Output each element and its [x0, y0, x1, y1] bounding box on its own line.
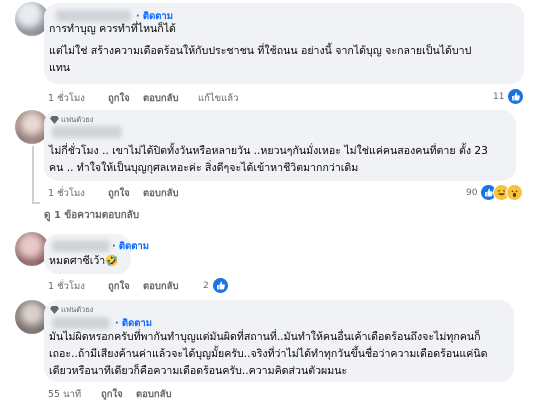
- comment-text-line: เดียวหรือนาทีเดียวก็คือความเดือดร้อนครับ…: [49, 365, 348, 377]
- like-icon: [507, 88, 525, 105]
- top-fan-badge[interactable]: แฟนตัวยง: [61, 304, 93, 316]
- reply-button[interactable]: ตอบกลับ: [136, 387, 172, 402]
- comment-text-line: แต่ไม่ใช่ สร้างความเดือดร้อนให้กับประชาช…: [49, 45, 472, 57]
- comment-4: แฟนตัวยง · ติดตาม มันไม่ผิดหรอกครับที่พา…: [0, 296, 543, 406]
- reply-button[interactable]: ตอบกลับ: [143, 186, 179, 201]
- edited-label: แก้ไขแล้ว: [198, 93, 239, 104]
- thread-line: [32, 146, 34, 204]
- view-replies-link[interactable]: ดู 1 ข้อความตอบกลับ: [44, 208, 139, 223]
- comment-text-line: หมดศาซีเว้า🤣: [49, 255, 119, 267]
- reply-button[interactable]: ตอบกลับ: [143, 279, 179, 294]
- like-button[interactable]: ถูกใจ: [108, 279, 130, 294]
- comment-2: แฟนตัวยง ไม่กี่ชั่วโมง .. เขาไม่ได้ปิดทั…: [0, 106, 543, 226]
- wow-icon: [506, 184, 524, 201]
- comment-time[interactable]: 1 ชั่วโมง: [48, 279, 85, 294]
- comment-time[interactable]: 1 ชั่วโมง: [48, 91, 85, 106]
- reaction-summary[interactable]: 11: [493, 88, 525, 105]
- like-button[interactable]: ถูกใจ: [108, 186, 130, 201]
- reaction-summary[interactable]: 90: [466, 184, 524, 201]
- comment-time[interactable]: 55 นาที: [48, 387, 81, 402]
- reaction-count: 11: [493, 91, 505, 102]
- comment-1: · ติดตาม การทำบุญ ควรทำที่ไหนก็ได้ แต่ไม…: [0, 0, 543, 108]
- reaction-count: 2: [203, 280, 209, 291]
- diamond-badge-icon: [50, 305, 59, 317]
- like-icon: [211, 277, 229, 294]
- commenter-name[interactable]: [52, 126, 122, 138]
- top-fan-badge[interactable]: แฟนตัวยง: [61, 114, 93, 126]
- comment-time[interactable]: 1 ชั่วโมง: [48, 186, 85, 201]
- like-button[interactable]: ถูกใจ: [101, 387, 123, 402]
- reaction-summary[interactable]: 2: [203, 277, 229, 294]
- comment-text-line: การทำบุญ ควรทำที่ไหนก็ได้: [49, 23, 176, 35]
- thread-curve: [32, 202, 40, 204]
- commenter-name[interactable]: [52, 240, 110, 252]
- reply-button[interactable]: ตอบกลับ: [143, 91, 179, 106]
- comment-3: · ติดตาม หมดศาซีเว้า🤣 1 ชั่วโมง ถูกใจ ตอ…: [0, 226, 543, 296]
- comment-text-line: แทน: [49, 62, 71, 74]
- like-button[interactable]: ถูกใจ: [108, 91, 130, 106]
- comment-text-line: คน .. ทำใจให้เป็นบุญกุศลเหอะค่ะ สิ่งดีๆจ…: [49, 162, 359, 174]
- reaction-count: 90: [466, 187, 478, 198]
